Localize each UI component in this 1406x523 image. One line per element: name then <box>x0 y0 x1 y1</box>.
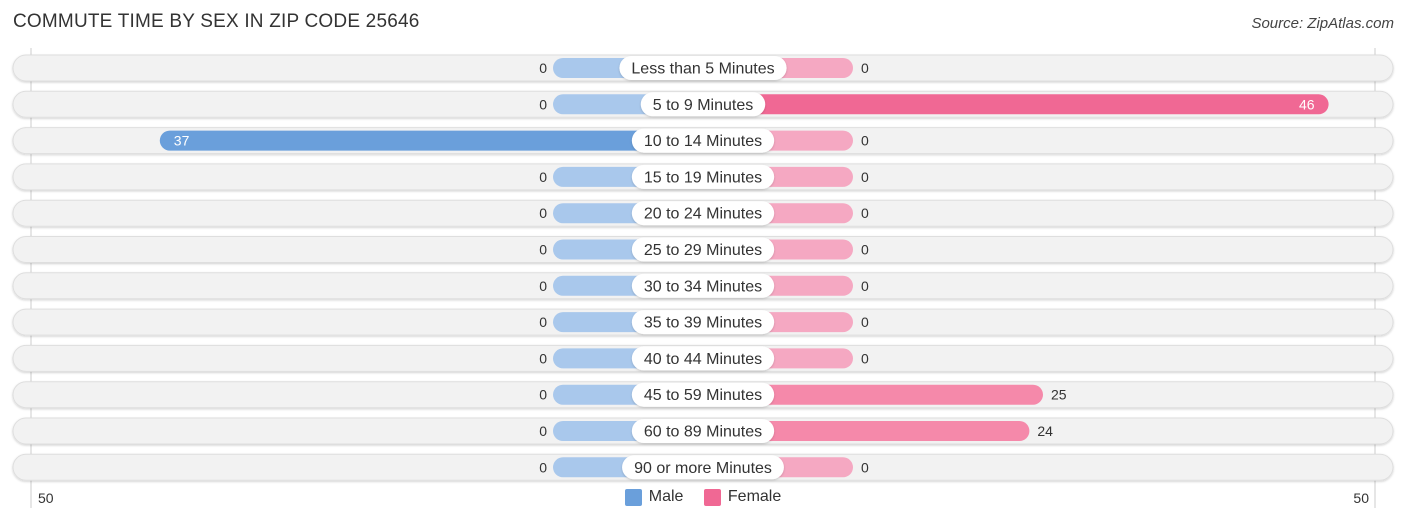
category-label: 90 or more Minutes <box>634 460 772 477</box>
category-label: 25 to 29 Minutes <box>644 242 762 259</box>
value-label-female: 0 <box>861 205 869 221</box>
legend-item-female[interactable]: Female <box>703 488 782 506</box>
value-label-male: 0 <box>539 314 547 330</box>
value-label-male: 0 <box>539 96 547 112</box>
table-row: 15 to 19 Minutes 0 0 <box>12 163 1394 191</box>
table-row: 20 to 24 Minutes 0 0 <box>12 199 1394 227</box>
table-row: 35 to 39 Minutes 0 0 <box>12 308 1394 336</box>
category-label: 45 to 59 Minutes <box>644 387 762 404</box>
legend: Male Female <box>0 488 1406 511</box>
legend-swatch-female <box>703 488 721 506</box>
bar-male <box>159 130 704 151</box>
value-label-male: 37 <box>174 133 190 149</box>
value-label-male: 0 <box>539 205 547 221</box>
value-label-male: 0 <box>539 278 547 294</box>
value-label-female: 24 <box>1037 423 1053 439</box>
table-row: 90 or more Minutes 0 0 <box>12 453 1394 481</box>
legend-swatch-male <box>624 488 642 506</box>
value-label-male: 0 <box>539 423 547 439</box>
value-label-male: 0 <box>539 242 547 258</box>
category-label: 40 to 44 Minutes <box>644 351 762 368</box>
value-label-female: 0 <box>861 60 869 76</box>
table-row: 25 to 29 Minutes 0 0 <box>12 236 1394 263</box>
category-label: 30 to 34 Minutes <box>644 278 762 295</box>
bar-female <box>703 94 1329 115</box>
value-label-male: 0 <box>539 350 547 366</box>
category-label: Less than 5 Minutes <box>631 61 774 78</box>
value-label-female: 0 <box>861 242 869 258</box>
table-row: 60 to 89 Minutes 0 24 <box>12 417 1394 445</box>
value-label-female: 0 <box>861 133 869 149</box>
value-label-male: 0 <box>539 459 547 475</box>
category-label: 5 to 9 Minutes <box>653 97 754 114</box>
legend-item-male[interactable]: Male <box>624 488 684 506</box>
table-row: 45 to 59 Minutes 0 25 <box>12 381 1394 409</box>
value-label-male: 0 <box>539 387 547 403</box>
category-label: 20 to 24 Minutes <box>644 206 762 223</box>
value-label-female: 25 <box>1051 387 1067 403</box>
value-label-male: 0 <box>539 169 547 185</box>
table-row: 10 to 14 Minutes 37 0 <box>12 127 1394 155</box>
category-label: 35 to 39 Minutes <box>644 315 762 332</box>
table-row: 40 to 44 Minutes 0 0 <box>12 344 1394 372</box>
value-label-female: 46 <box>1299 96 1315 112</box>
table-row: 30 to 34 Minutes 0 0 <box>12 272 1394 300</box>
table-row: Less than 5 Minutes 0 0 <box>12 54 1394 82</box>
chart: Less than 5 Minutes 0 0 5 to 9 Minutes 0 46 10… <box>12 48 1394 508</box>
category-label: 60 to 89 Minutes <box>644 424 762 441</box>
value-label-female: 0 <box>861 169 869 185</box>
value-label-female: 0 <box>861 314 869 330</box>
legend-label-female: Female <box>727 488 782 505</box>
value-label-female: 0 <box>861 459 869 475</box>
value-label-male: 0 <box>539 60 547 76</box>
legend-label-male: Male <box>648 488 684 505</box>
category-label: 15 to 19 Minutes <box>644 169 762 186</box>
value-label-female: 0 <box>861 278 869 294</box>
value-label-female: 0 <box>861 350 869 366</box>
category-label: 10 to 14 Minutes <box>644 133 762 150</box>
table-row: 5 to 9 Minutes 0 46 <box>12 90 1394 118</box>
